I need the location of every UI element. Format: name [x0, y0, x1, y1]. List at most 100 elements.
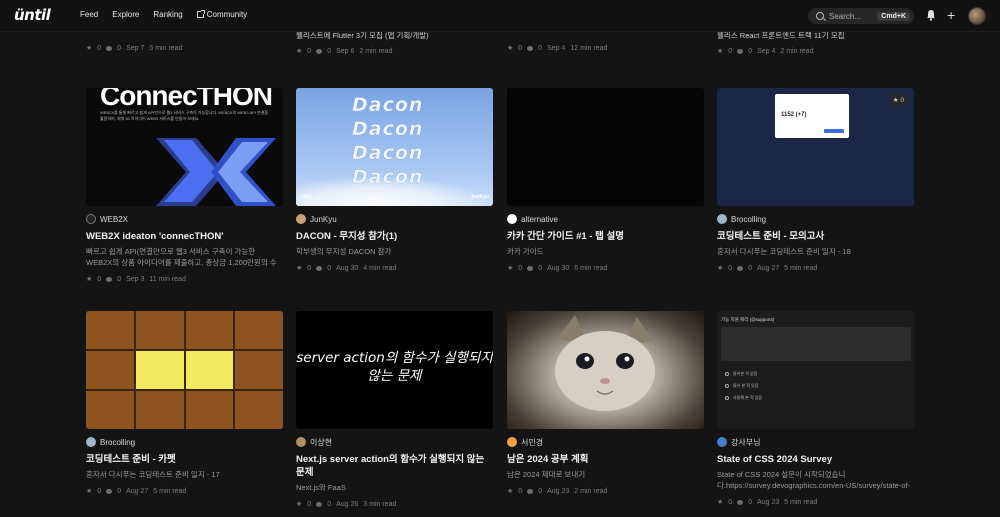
thumbnail-word: Dacon — [352, 94, 424, 117]
star-icon: ★ — [717, 265, 724, 272]
partial-card[interactable]: ★ 0 0 Sep 75 min read — [86, 30, 182, 53]
card-description: 남은 2024 제대로 보내기 — [507, 470, 586, 479]
card-read-time: 2 min read — [574, 487, 608, 495]
post-card[interactable]: 기능 지원 쿼리 (@supports) 들어본 적 없음 들어 본 적 있음 … — [717, 311, 914, 506]
card-meta: ★ 0 0 Aug 27 5 min read — [717, 264, 818, 273]
card-read-time: 11 min read — [149, 275, 186, 283]
card-date: Aug 23 — [757, 498, 780, 506]
card-meta: ★ 0 0 Sep 42 min read — [717, 47, 814, 56]
comment-icon — [527, 488, 534, 494]
thumbnail-right-label: JunKyu — [470, 194, 489, 200]
post-thumbnail[interactable] — [507, 311, 704, 429]
cloud-graphic — [296, 176, 493, 206]
nav-community[interactable]: Community — [196, 10, 247, 19]
avatar[interactable] — [968, 7, 986, 25]
partial-card[interactable]: 웰리스 React 프론트엔드 트랙 11기 모집 ★ 0 0 Sep 42 mi… — [717, 30, 845, 55]
post-card[interactable]: 1152 (+7) ★ 0 Brocolling 코딩테스트 준비 - 모의고사… — [717, 88, 914, 272]
star-icon: ★ — [296, 501, 303, 508]
plus-icon[interactable]: + — [947, 6, 955, 24]
card-title[interactable]: 카카 간단 가이드 #1 - 탭 설명 — [507, 230, 704, 243]
card-title[interactable]: DACON - 무지성 참가(1) — [296, 230, 493, 243]
card-description: 혼자서 다시푸는 코딩테스트 준비 일지 - 17 — [86, 470, 220, 479]
card-date: Aug 30 — [547, 264, 570, 272]
card-meta: ★ 0 0 Sep 62 min read — [296, 47, 393, 56]
post-thumbnail[interactable]: Dacon Dacon Dacon Dacon Until JunKyu — [296, 88, 493, 206]
card-read-time: 5 min read — [784, 264, 818, 272]
grid-cell — [185, 311, 234, 349]
search-input[interactable] — [829, 11, 877, 21]
author-avatar — [296, 437, 306, 447]
author[interactable]: Brocolling — [86, 437, 283, 447]
star-icon: ★ — [717, 48, 724, 55]
grid-cell — [135, 391, 184, 429]
nav-ranking[interactable]: Ranking — [153, 10, 182, 19]
author-name: 강사부님 — [731, 437, 761, 447]
post-thumbnail[interactable] — [86, 311, 283, 429]
card-meta: ★ 0 0 Sep 4 12 min read — [507, 44, 608, 53]
card-title[interactable]: WEB2X ideaton 'connecTHON' — [86, 230, 283, 243]
card-description: 카카 가이드 — [507, 247, 544, 256]
comment-icon — [106, 276, 113, 282]
card-read-time: 4 min read — [363, 264, 397, 272]
search-box[interactable]: Cmd+K — [808, 8, 914, 24]
search-shortcut: Cmd+K — [877, 11, 910, 21]
nav-feed[interactable]: Feed — [80, 10, 98, 19]
card-meta: ★ 0 0 Sep 3 11 min read — [86, 275, 186, 284]
post-card[interactable]: Dacon Dacon Dacon Dacon Until JunKyu Jun… — [296, 88, 493, 272]
author[interactable]: alternative — [507, 214, 704, 224]
card-date: Aug 27 — [126, 487, 149, 495]
logo[interactable]: üntil — [14, 6, 51, 24]
author-name: Brocolling — [100, 437, 136, 447]
author[interactable]: WEB2X — [86, 214, 283, 224]
star-icon: ★ — [86, 488, 93, 495]
card-meta: ★ 0 0 Aug 30 4 min read — [296, 264, 397, 273]
score-panel: 1152 (+7) — [775, 94, 849, 138]
author[interactable]: 이상현 — [296, 437, 493, 447]
grid-cell — [86, 391, 134, 429]
star-icon: ★ — [507, 265, 514, 272]
card-title[interactable]: 남은 2024 공부 계획 — [507, 453, 704, 466]
post-thumbnail[interactable] — [507, 88, 704, 206]
author-avatar — [507, 437, 517, 447]
author-name: JunKyu — [310, 214, 337, 224]
panel-button — [824, 129, 844, 133]
post-card[interactable]: 서민경 남은 2024 공부 계획 남은 2024 제대로 보내기 ★ 0 0 A… — [507, 311, 704, 495]
survey-option: 들어본 적 없음 — [725, 371, 757, 377]
card-description: 학부생의 무지성 DACON 참가 — [296, 247, 392, 256]
card-title[interactable]: Next.js server action의 함수가 실행되지 않는 문제 — [296, 453, 493, 479]
comment-icon — [527, 45, 534, 51]
author[interactable]: JunKyu — [296, 214, 493, 224]
author[interactable]: 강사부님 — [717, 437, 914, 447]
card-meta: ★ 0 0 Aug 30 6 min read — [507, 264, 608, 273]
author-avatar — [296, 214, 306, 224]
card-read-time: 3 min read — [363, 500, 397, 508]
nav-explore[interactable]: Explore — [112, 10, 139, 19]
card-title[interactable]: State of CSS 2024 Survey — [717, 453, 914, 466]
post-card[interactable]: server action의 함수가 실행되지 않는 문제 이상현 Next.j… — [296, 311, 493, 508]
post-thumbnail[interactable]: 1152 (+7) ★ 0 — [717, 88, 914, 206]
card-title[interactable]: 코딩테스트 준비 - 모의고사 — [717, 230, 914, 243]
card-read-time: 6 min read — [574, 264, 608, 272]
bell-icon[interactable] — [926, 9, 936, 21]
post-thumbnail[interactable]: ConnecTHON WEB2X를 통해 빠르고 쉽게 API만으로 웹3 서비… — [86, 88, 283, 206]
author[interactable]: Brocolling — [717, 214, 914, 224]
partial-card[interactable]: ★ 0 0 Sep 4 12 min read — [507, 30, 608, 53]
top-nav: üntil Feed Explore Ranking Community Cmd… — [0, 0, 1000, 32]
post-thumbnail[interactable]: 기능 지원 쿼리 (@supports) 들어본 적 없음 들어 본 적 있음 … — [717, 311, 914, 429]
post-card[interactable]: Brocolling 코딩테스트 준비 - 카펫 혼자서 다시푸는 코딩테스트 … — [86, 311, 283, 495]
post-thumbnail[interactable]: server action의 함수가 실행되지 않는 문제 — [296, 311, 493, 429]
post-card[interactable]: alternative 카카 간단 가이드 #1 - 탭 설명 카카 가이드 ★… — [507, 88, 704, 272]
card-date: Sep 3 — [126, 275, 145, 283]
thumbnail-word: Dacon — [352, 142, 424, 165]
grid-cell — [86, 311, 134, 349]
author-name: 서민경 — [521, 437, 544, 447]
author[interactable]: 서민경 — [507, 437, 704, 447]
author-avatar — [717, 437, 727, 447]
star-icon: ★ — [507, 45, 514, 52]
partial-card[interactable]: 웰리스트에 Flutter 3기 모집 (앱 기획/개발) ★ 0 0 Sep 6… — [296, 30, 429, 55]
comment-icon — [737, 265, 744, 271]
grid-cell — [235, 311, 283, 349]
card-title[interactable]: 코딩테스트 준비 - 카펫 — [86, 453, 283, 466]
post-card[interactable]: ConnecTHON WEB2X를 통해 빠르고 쉽게 API만으로 웹3 서비… — [86, 88, 283, 283]
bookmark-button[interactable]: ★ 0 — [888, 94, 908, 106]
